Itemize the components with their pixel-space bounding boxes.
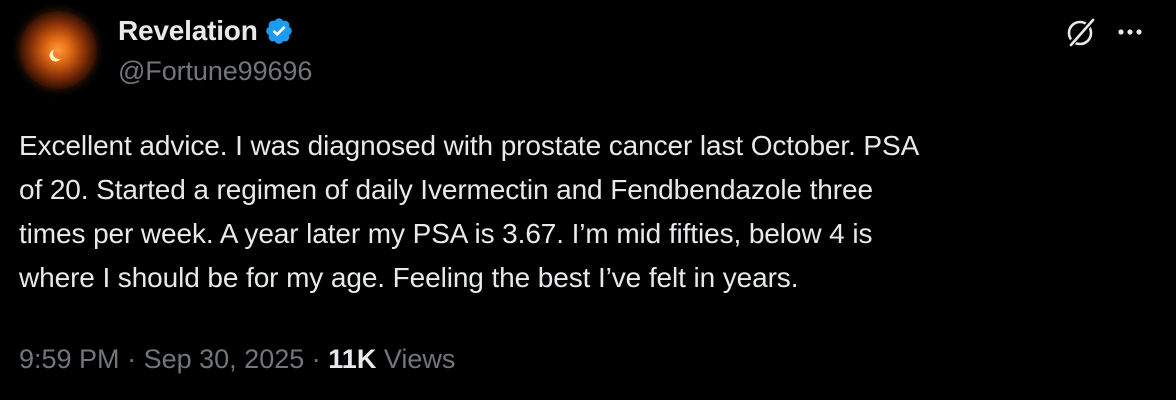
avatar[interactable] <box>19 11 97 89</box>
tweet-date[interactable]: Sep 30, 2025 <box>144 344 305 374</box>
tweet-meta: 9:59 PM · Sep 30, 2025 · 11K Views <box>19 344 455 375</box>
meta-separator: · <box>311 344 321 374</box>
name-row: Revelation <box>118 12 312 50</box>
meta-separator: · <box>127 344 137 374</box>
crescent-moon-icon <box>52 46 66 60</box>
views-label: Views <box>383 344 456 374</box>
tweet-header: Revelation @Fortune99696 <box>118 12 312 87</box>
author-display-name[interactable]: Revelation <box>118 15 258 47</box>
more-options-icon[interactable] <box>1113 18 1147 46</box>
tweet-card: Revelation @Fortune99696 Excellent advic… <box>0 0 1176 400</box>
views-count[interactable]: 11K <box>328 344 376 374</box>
tweet-time[interactable]: 9:59 PM <box>19 344 120 374</box>
grok-icon[interactable] <box>1063 14 1099 50</box>
author-handle[interactable]: @Fortune99696 <box>118 56 312 87</box>
tweet-text: Excellent advice. I was diagnosed with p… <box>19 130 920 293</box>
verified-badge-icon[interactable] <box>264 16 294 46</box>
